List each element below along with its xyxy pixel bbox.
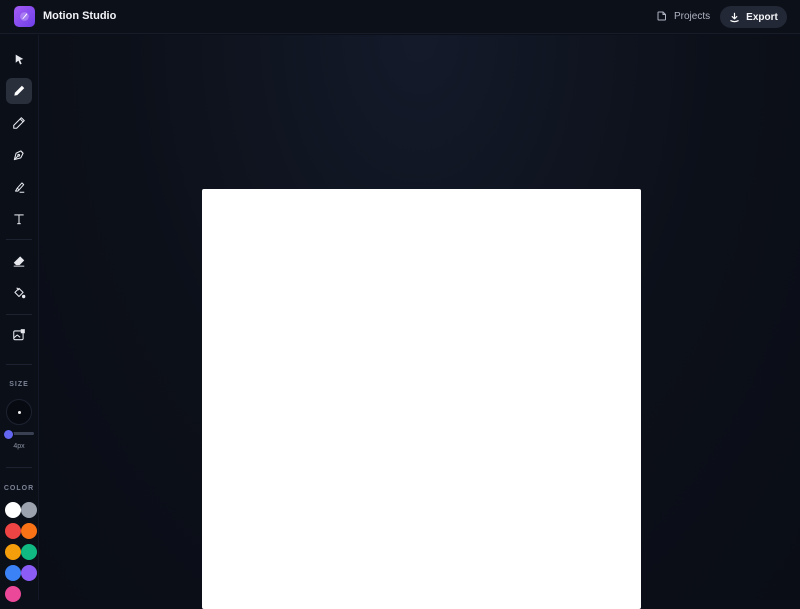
pen-nib-icon bbox=[12, 148, 26, 162]
export-button[interactable]: Export bbox=[720, 6, 787, 28]
select-tool-button[interactable] bbox=[6, 46, 32, 72]
tool-divider bbox=[6, 364, 32, 365]
pencil-icon bbox=[12, 116, 26, 130]
projects-button[interactable]: Projects bbox=[656, 10, 710, 22]
color-swatch[interactable] bbox=[21, 544, 37, 560]
fill-tool-button[interactable] bbox=[6, 280, 32, 306]
folder-icon bbox=[656, 10, 668, 22]
highlighter-tool-button[interactable] bbox=[6, 174, 32, 200]
drawing-canvas[interactable] bbox=[202, 189, 641, 609]
image-icon bbox=[12, 328, 26, 342]
brush-size-preview bbox=[6, 399, 32, 425]
section-divider bbox=[6, 467, 32, 468]
tool-divider bbox=[6, 314, 32, 315]
tool-divider bbox=[6, 239, 32, 240]
size-section-label: SIZE bbox=[9, 381, 29, 388]
paint-bucket-icon bbox=[12, 286, 26, 300]
cursor-arrow-icon bbox=[13, 53, 26, 66]
tool-sidebar: SIZE 4px COLOR bbox=[0, 35, 39, 602]
brush-logo-icon bbox=[14, 6, 35, 27]
color-swatch[interactable] bbox=[5, 565, 21, 581]
color-swatch[interactable] bbox=[21, 502, 37, 518]
download-icon bbox=[729, 12, 740, 23]
eraser-icon bbox=[12, 254, 26, 268]
size-value: 4px bbox=[13, 443, 25, 450]
pen-tool-button[interactable] bbox=[6, 142, 32, 168]
eraser-tool-button[interactable] bbox=[6, 248, 32, 274]
brush-icon bbox=[12, 84, 26, 98]
color-swatch[interactable] bbox=[21, 565, 37, 581]
text-icon bbox=[12, 212, 26, 226]
size-slider-thumb[interactable] bbox=[4, 430, 13, 439]
export-label: Export bbox=[746, 11, 778, 23]
app-title: Motion Studio bbox=[43, 10, 117, 22]
brush-size-dot bbox=[17, 410, 21, 414]
color-swatch[interactable] bbox=[21, 523, 37, 539]
highlighter-icon bbox=[12, 180, 26, 194]
color-swatch[interactable] bbox=[5, 544, 21, 560]
color-swatch[interactable] bbox=[5, 502, 21, 518]
text-tool-button[interactable] bbox=[6, 206, 32, 232]
image-tool-button[interactable] bbox=[6, 322, 32, 348]
color-swatch[interactable] bbox=[5, 523, 21, 539]
color-section-label: COLOR bbox=[3, 485, 35, 492]
projects-label: Projects bbox=[674, 10, 711, 22]
pencil-tool-button[interactable] bbox=[6, 110, 32, 136]
top-bar: Motion Studio Projects Export bbox=[0, 0, 800, 34]
brush-tool-button[interactable] bbox=[6, 78, 32, 104]
